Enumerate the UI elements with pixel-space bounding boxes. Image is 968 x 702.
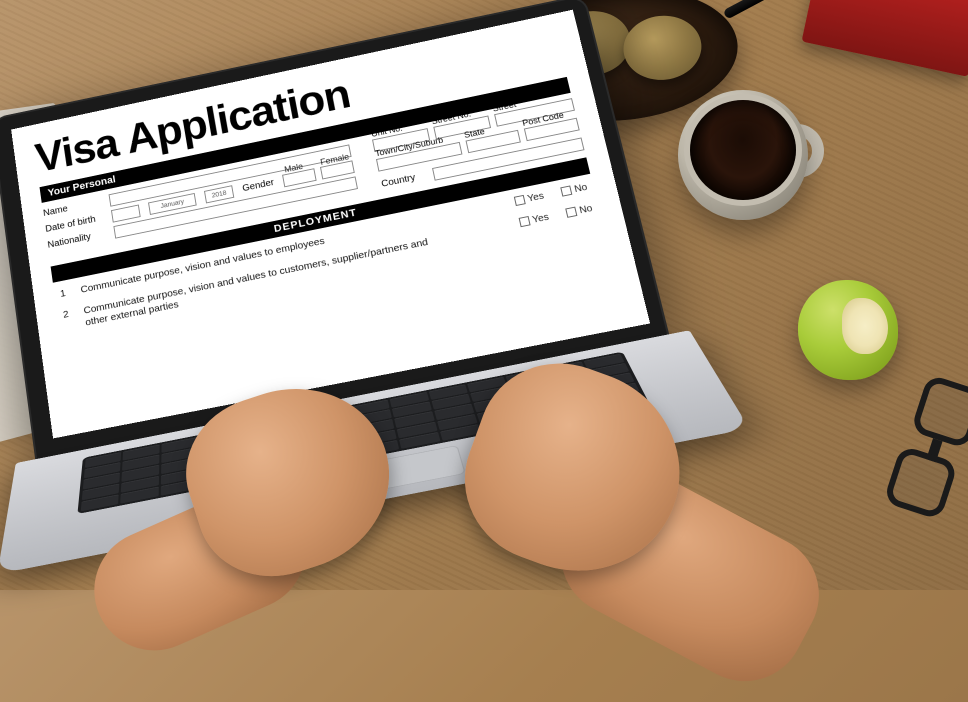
input-dob-year[interactable]: 2018 (204, 185, 234, 203)
bitten-apple (798, 280, 898, 380)
deployment-1-yes[interactable]: Yes (514, 191, 545, 207)
deployment-item-1-num: 1 (59, 287, 72, 300)
deployment-1-no[interactable]: No (560, 182, 588, 197)
eyeglasses (875, 371, 968, 538)
dob-year-value: 2018 (211, 190, 227, 199)
red-notebook (802, 0, 968, 77)
deployment-2-no[interactable]: No (565, 204, 593, 219)
deployment-item-2-num: 2 (62, 308, 75, 321)
label-country: Country (380, 171, 425, 191)
yes-label: Yes (527, 191, 545, 204)
yes-label-2: Yes (531, 212, 550, 225)
input-dob-day[interactable] (111, 205, 141, 223)
no-label: No (573, 182, 588, 195)
no-label-2: No (578, 204, 593, 217)
deployment-2-yes[interactable]: Yes (519, 212, 550, 228)
dob-month-value: January (160, 198, 184, 209)
